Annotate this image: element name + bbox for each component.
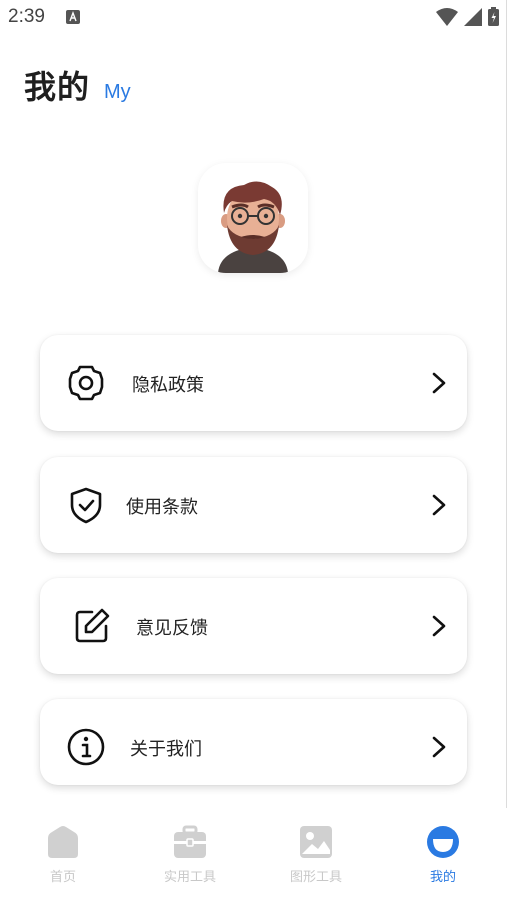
status-time: 2:39 [8,6,45,27]
chevron-right-icon [431,735,447,759]
menu-item-label: 关于我们 [130,739,202,760]
chevron-right-icon [431,371,447,395]
menu-item-privacy-policy[interactable]: 隐私政策 [40,335,467,431]
avatar-illustration [218,181,288,273]
chevron-right-icon [431,614,447,638]
menu-item-label: 隐私政策 [132,375,204,396]
page-title: 我的 [24,68,91,106]
briefcase-icon [172,824,208,860]
gear-icon [66,363,106,403]
wifi-icon [436,7,458,30]
tab-label: 实用工具 [163,870,216,885]
info-icon [66,727,106,767]
app-notification-icon [66,9,80,28]
menu-item-feedback[interactable]: 意见反馈 [40,578,467,674]
tab-home[interactable]: 首页 [18,824,108,885]
bottom-tab-bar: 首页 实用工具 图形工具 我的 [0,808,507,901]
image-icon [298,824,334,860]
tab-label: 我的 [429,870,456,885]
status-bar: 2:39 [0,0,507,36]
tab-utility-tools[interactable]: 实用工具 [145,824,235,885]
page-subtitle: My [104,81,131,103]
cellular-signal-icon [464,7,482,30]
page-header: 我的 My [24,62,131,108]
battery-icon [488,7,499,30]
profile-icon [425,824,461,860]
tab-mine[interactable]: 我的 [398,824,488,885]
tab-graphic-tools[interactable]: 图形工具 [271,824,361,885]
menu-item-label: 意见反馈 [136,618,208,639]
tab-label: 图形工具 [289,870,342,885]
avatar[interactable] [198,163,308,273]
menu-item-terms-of-use[interactable]: 使用条款 [40,457,467,553]
tab-label: 首页 [49,870,76,885]
menu-item-about-us[interactable]: 关于我们 [40,699,467,785]
edit-icon [72,606,112,646]
menu-item-label: 使用条款 [126,497,198,518]
shield-check-icon [66,485,106,525]
home-icon [45,824,81,860]
chevron-right-icon [431,493,447,517]
